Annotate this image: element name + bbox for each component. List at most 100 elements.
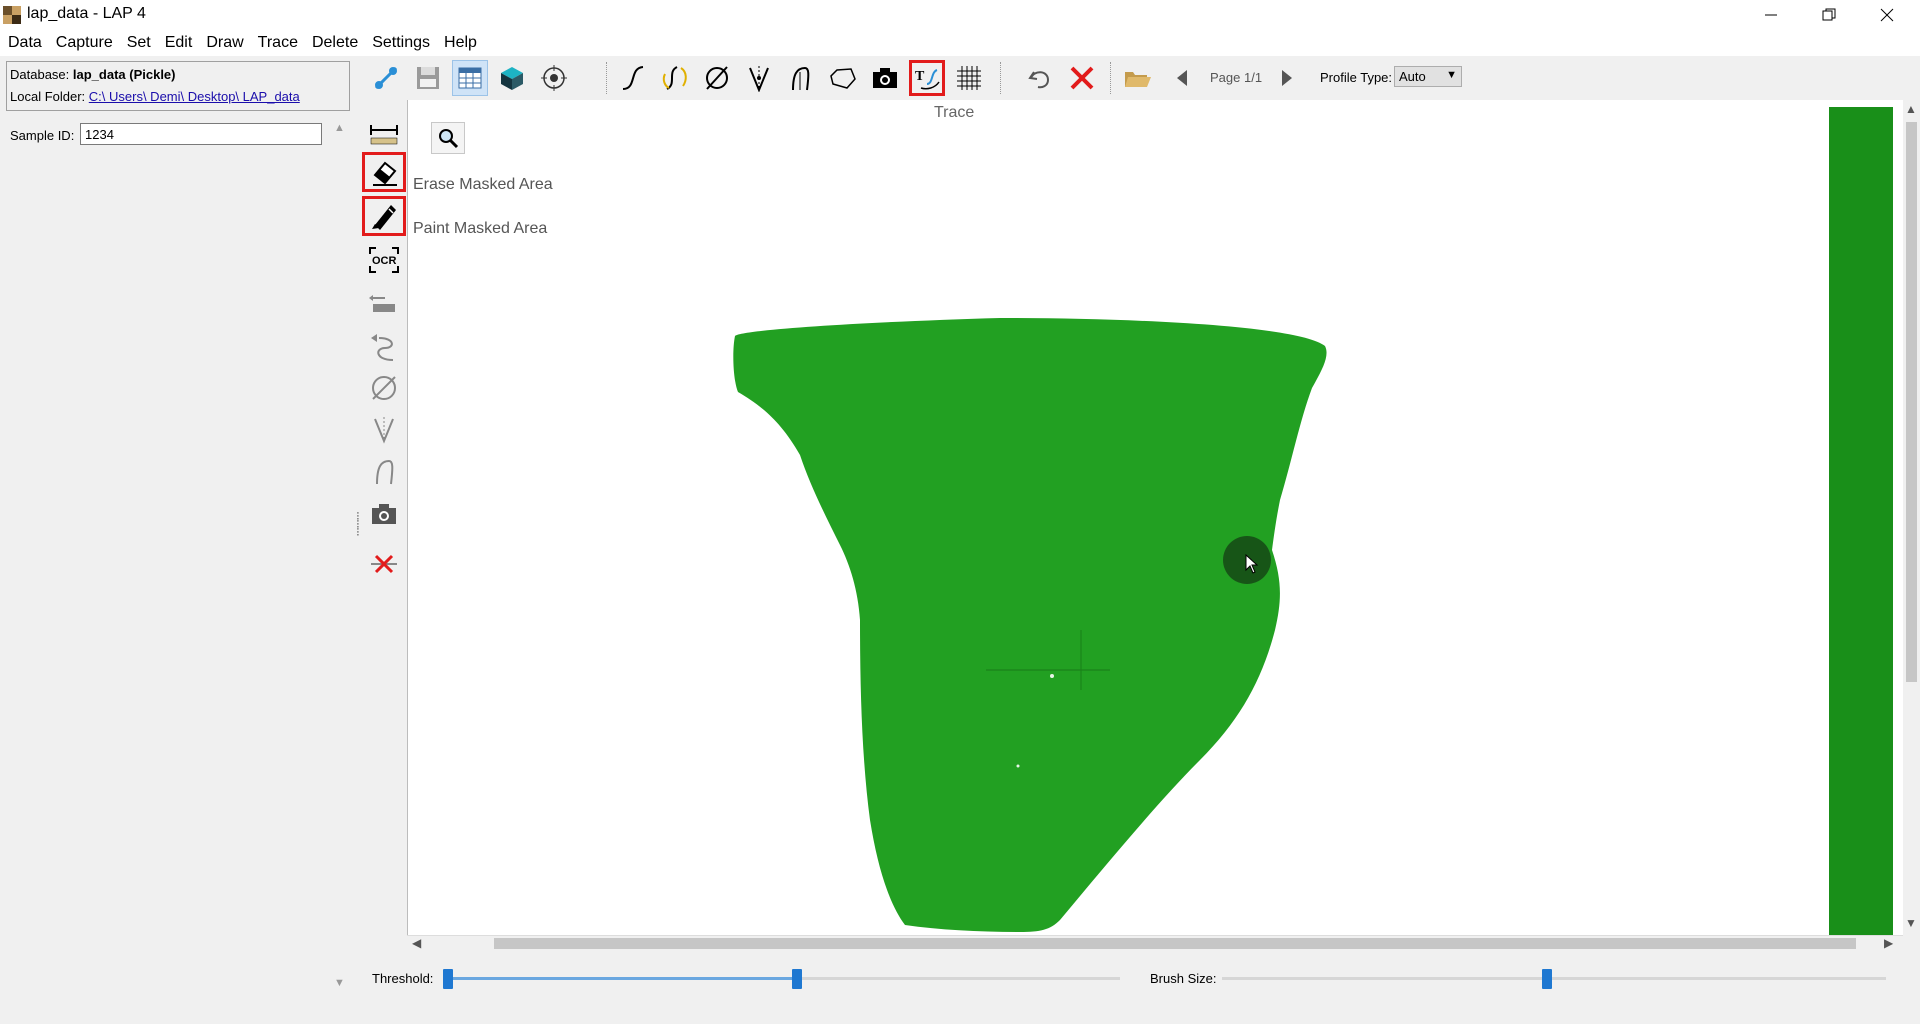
menu-trace[interactable]: Trace: [250, 34, 304, 52]
toolbar-grip[interactable]: ⁝ ⁝ ⁝: [356, 510, 360, 538]
3d-box-icon: [501, 67, 523, 90]
menu-delete[interactable]: Delete: [304, 34, 364, 52]
table-view-icon: [458, 67, 482, 89]
connect-icon: [374, 66, 398, 90]
svg-text:T: T: [915, 69, 925, 84]
magnifier-icon: [439, 129, 459, 149]
align-icon: [369, 295, 395, 312]
diameter-back-button[interactable]: [362, 368, 406, 408]
vertical-scroll-thumb[interactable]: [1906, 122, 1917, 682]
horizontal-scroll-thumb[interactable]: [494, 938, 1856, 949]
window-title: lap_data - LAP 4: [27, 5, 146, 22]
threshold-min-handle[interactable]: [443, 969, 453, 989]
eraser-button[interactable]: [362, 152, 406, 192]
zoom-button[interactable]: [431, 122, 465, 154]
folder-link[interactable]: C:\ Users\ Demi\ Desktop\ LAP_data: [89, 89, 300, 104]
mouse-pointer-icon: [1245, 554, 1259, 574]
profile-type-select[interactable]: Auto ▼: [1394, 66, 1462, 87]
delete-button[interactable]: [1064, 60, 1100, 96]
undo-button[interactable]: [1022, 60, 1058, 96]
page-indicator: Page 1/1: [1210, 70, 1263, 85]
next-page-icon: [1282, 70, 1292, 86]
restore-icon: [1822, 8, 1836, 21]
brush-size-track[interactable]: [1222, 977, 1886, 980]
curve-transform-icon: [662, 66, 687, 90]
measure-button[interactable]: [362, 114, 406, 154]
prev-page-button[interactable]: [1164, 60, 1200, 96]
save-button[interactable]: [410, 60, 446, 96]
pen-back-button[interactable]: [362, 452, 406, 492]
title-bar: lap_data - LAP 4: [0, 0, 1920, 30]
camera-back-button[interactable]: [362, 494, 406, 534]
curve-transform-button[interactable]: [657, 60, 693, 96]
split-trace-icon: [749, 66, 769, 92]
grid-button[interactable]: [951, 60, 987, 96]
open-folder-button[interactable]: [1120, 60, 1156, 96]
undo-icon: [1028, 71, 1050, 89]
align-button[interactable]: [362, 284, 406, 324]
curve-button[interactable]: [615, 60, 651, 96]
prev-page-icon: [1177, 70, 1187, 86]
menu-capture[interactable]: Capture: [48, 34, 119, 52]
menu-settings[interactable]: Settings: [364, 34, 436, 52]
ocr-button[interactable]: OCR: [362, 240, 406, 280]
brush-size-label: Brush Size:: [1150, 971, 1217, 986]
menu-edit[interactable]: Edit: [157, 34, 199, 52]
menu-draw[interactable]: Draw: [198, 34, 249, 52]
left-panel-scroll-up[interactable]: ▲: [334, 122, 345, 134]
polygon-icon: [830, 68, 856, 89]
delete-all-button[interactable]: [362, 544, 406, 584]
menu-data[interactable]: Data: [0, 34, 48, 52]
target-icon: [541, 65, 567, 91]
threshold-handle[interactable]: [792, 969, 803, 989]
curve-icon: [622, 66, 644, 90]
next-page-button[interactable]: [1279, 68, 1295, 92]
curve-back-icon: [371, 334, 394, 361]
close-button[interactable]: [1858, 0, 1916, 30]
threshold-label: Threshold:: [372, 971, 434, 986]
curve-back-button[interactable]: [362, 328, 406, 368]
sample-id-label: Sample ID:: [10, 128, 75, 143]
database-info-box: Database: lap_data (Pickle) Local Folder…: [6, 61, 350, 111]
split-trace-button[interactable]: [741, 60, 777, 96]
connect-button[interactable]: [368, 60, 404, 96]
folder-line: Local Folder: C:\ Users\ Demi\ Desktop\ …: [10, 89, 300, 104]
chevron-down-icon: ▼: [1446, 69, 1457, 81]
diameter-back-icon: [372, 376, 396, 400]
database-value: lap_data (Pickle): [72, 67, 176, 82]
vertical-toolbar: OCR: [362, 110, 406, 602]
pencil-button[interactable]: [362, 196, 406, 236]
restore-button[interactable]: [1800, 0, 1858, 30]
scroll-left-icon[interactable]: ◀: [412, 936, 421, 950]
minimize-button[interactable]: [1742, 0, 1800, 30]
split-back-button[interactable]: [362, 410, 406, 450]
menu-bar: Data Capture Set Edit Draw Trace Delete …: [0, 30, 1920, 56]
polygon-button[interactable]: [825, 60, 861, 96]
camera-button[interactable]: [867, 60, 903, 96]
pen-trace-icon: [792, 66, 810, 91]
close-icon: [1880, 8, 1894, 22]
scroll-right-icon[interactable]: ▶: [1884, 936, 1893, 950]
minimize-icon: [1765, 14, 1777, 16]
menu-help[interactable]: Help: [436, 34, 483, 52]
scroll-up-icon[interactable]: ▲: [1905, 102, 1917, 116]
diameter-button[interactable]: [699, 60, 735, 96]
database-label: Database:: [10, 67, 70, 82]
target-button[interactable]: [536, 60, 572, 96]
image-canvas[interactable]: [407, 100, 1904, 935]
erase-masked-area-label: Erase Masked Area: [413, 176, 553, 193]
profile-type-label: Profile Type:: [1320, 70, 1393, 85]
measure-icon: [370, 125, 398, 145]
sample-id-input[interactable]: [80, 123, 322, 145]
pen-trace-button[interactable]: [783, 60, 819, 96]
save-icon: [417, 67, 439, 89]
menu-set[interactable]: Set: [119, 34, 157, 52]
left-panel-scroll-down[interactable]: ▼: [334, 977, 345, 989]
brush-size-handle[interactable]: [1542, 969, 1553, 989]
mask-strip: [1829, 107, 1893, 935]
split-back-icon: [374, 417, 394, 444]
table-view-button[interactable]: [452, 60, 488, 96]
scroll-down-icon[interactable]: ▼: [1905, 916, 1917, 930]
text-trace-button[interactable]: T: [909, 60, 945, 96]
3d-box-button[interactable]: [494, 60, 530, 96]
